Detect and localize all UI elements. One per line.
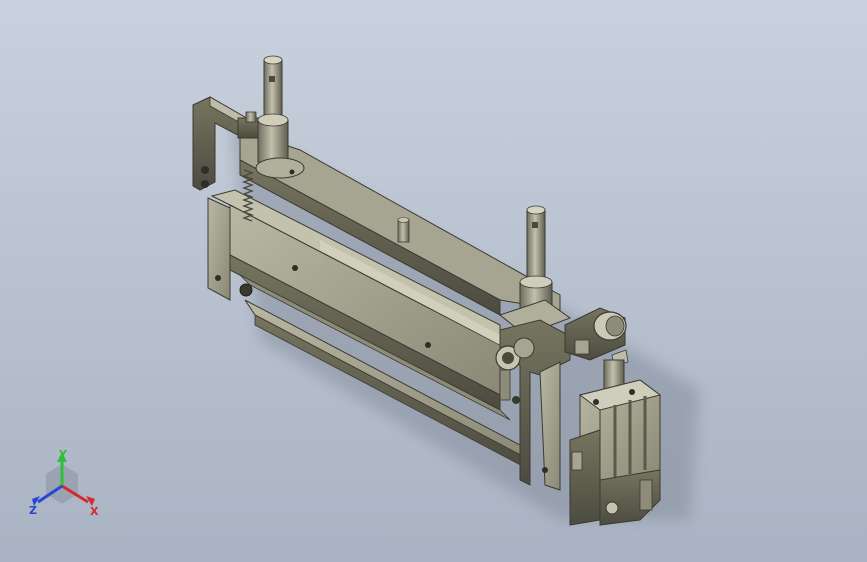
cad-model-view[interactable] — [0, 0, 867, 562]
center-pin — [397, 219, 410, 243]
z-axis-label: Z — [29, 504, 37, 517]
x-axis-label: X — [90, 505, 99, 518]
y-axis-label: Y — [59, 448, 67, 461]
cad-viewport[interactable]: Y Z X — [0, 0, 867, 562]
orientation-triad — [32, 452, 95, 506]
pneumatic-cylinder[interactable] — [569, 379, 662, 526]
